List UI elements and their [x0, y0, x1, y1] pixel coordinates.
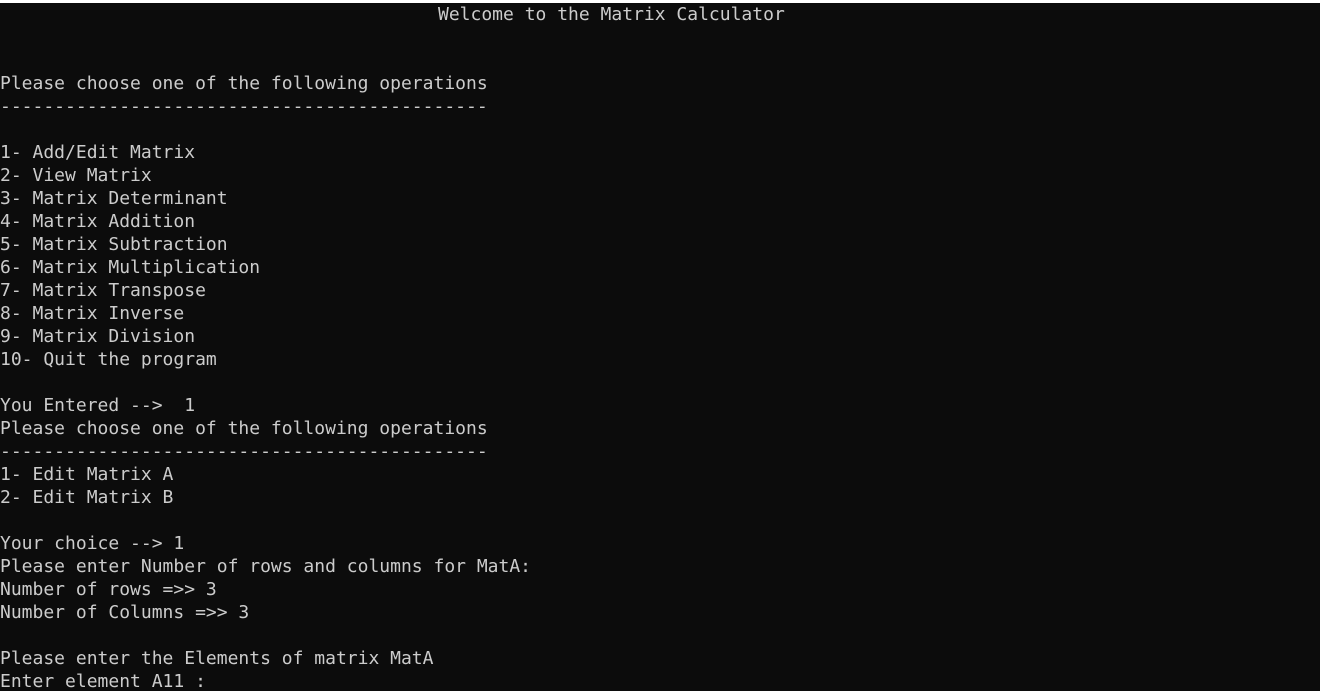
menu-option-division: 9- Matrix Division: [0, 326, 196, 347]
menu-option-view: 2- View Matrix: [0, 165, 152, 186]
element-prompt: Enter element A11 :: [0, 671, 217, 691]
console-window[interactable]: Welcome to the Matrix Calculator Please …: [0, 3, 1320, 691]
main-menu-prompt: Please choose one of the following opera…: [0, 73, 488, 94]
columns-entry: Number of Columns =>> 3: [0, 602, 250, 623]
menu-option-multiplication: 6- Matrix Multiplication: [0, 257, 261, 278]
main-menu-separator: ----------------------------------------…: [0, 96, 488, 117]
menu-option-determinant: 3- Matrix Determinant: [0, 188, 228, 209]
rows-entry: Number of rows =>> 3: [0, 579, 217, 600]
sub-menu-prompt: Please choose one of the following opera…: [0, 418, 488, 439]
sub-menu-separator: ----------------------------------------…: [0, 441, 488, 462]
sub-menu-option-edit-a: 1- Edit Matrix A: [0, 464, 174, 485]
menu-option-inverse: 8- Matrix Inverse: [0, 303, 185, 324]
sub-menu-choice: Your choice --> 1: [0, 533, 185, 554]
elements-prompt: Please enter the Elements of matrix MatA: [0, 648, 434, 669]
element-input-line[interactable]: Enter element A11 :: [0, 670, 1320, 691]
sub-menu-option-edit-b: 2- Edit Matrix B: [0, 487, 174, 508]
size-prompt: Please enter Number of rows and columns …: [0, 556, 532, 577]
app-title: Welcome to the Matrix Calculator: [438, 4, 785, 25]
menu-option-transpose: 7- Matrix Transpose: [0, 280, 206, 301]
menu-option-add-edit: 1- Add/Edit Matrix: [0, 142, 196, 163]
menu-option-subtraction: 5- Matrix Subtraction: [0, 234, 228, 255]
menu-option-addition: 4- Matrix Addition: [0, 211, 196, 232]
menu-option-quit: 10- Quit the program: [0, 349, 217, 370]
entered-choice: You Entered --> 1: [0, 395, 196, 416]
